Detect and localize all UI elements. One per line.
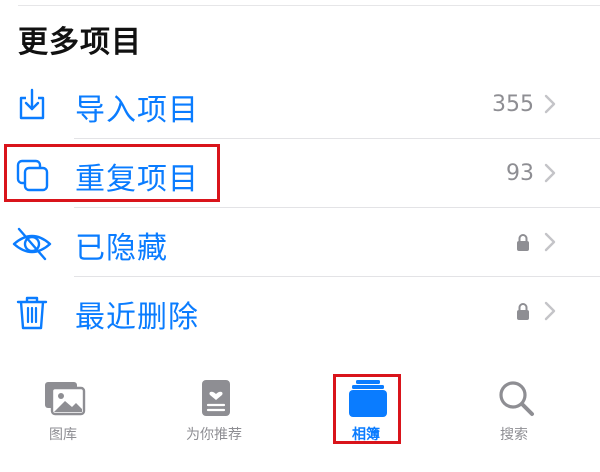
tab-bar: 图库 为你推荐 相簿 搜索 — [0, 370, 600, 472]
section-title: 更多项目 — [18, 25, 142, 60]
chevron-right-icon — [544, 94, 556, 114]
item-label: 已隐藏 — [75, 231, 168, 266]
highlight-box-albums — [333, 374, 401, 444]
tab-library[interactable]: 图库 — [3, 370, 123, 450]
chevron-right-icon — [544, 232, 556, 252]
item-label: 最近删除 — [75, 300, 199, 335]
top-divider — [18, 5, 600, 6]
list-item-recently-deleted[interactable]: 最近删除 — [0, 277, 600, 346]
item-label: 导入项目 — [75, 93, 199, 128]
import-icon — [19, 88, 45, 120]
tab-label: 为你推荐 — [186, 427, 242, 443]
list-item-imports[interactable]: 导入项目 355 — [0, 70, 600, 139]
search-icon — [499, 381, 534, 416]
list-item-hidden[interactable]: 已隐藏 — [0, 208, 600, 277]
item-count: 93 — [506, 161, 534, 186]
trash-icon — [16, 296, 48, 330]
chevron-right-icon — [544, 301, 556, 321]
photos-icon — [45, 382, 86, 416]
hidden-eye-icon — [12, 227, 52, 261]
item-count: 355 — [492, 92, 534, 117]
tab-label: 搜索 — [500, 427, 528, 443]
for-you-icon — [202, 380, 230, 416]
lock-icon — [517, 303, 529, 320]
chevron-right-icon — [544, 163, 556, 183]
tab-label: 图库 — [49, 427, 77, 443]
highlight-box-duplicates — [4, 144, 220, 202]
tab-search[interactable]: 搜索 — [454, 370, 574, 450]
tab-for-you[interactable]: 为你推荐 — [154, 370, 274, 450]
lock-icon — [517, 234, 529, 251]
